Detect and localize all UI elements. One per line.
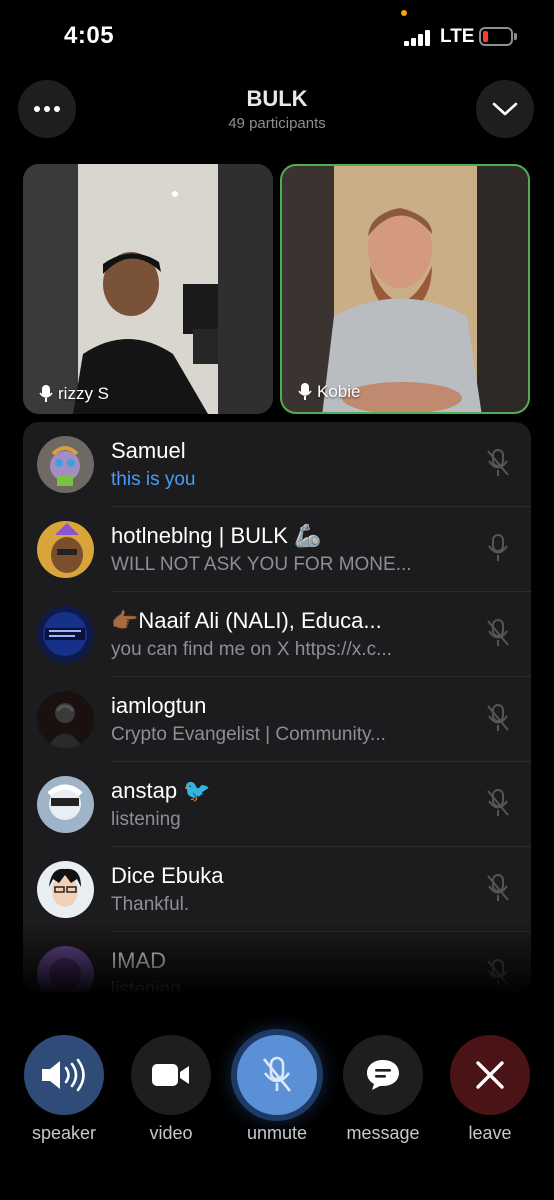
speaker-button[interactable] [24, 1035, 104, 1115]
battery-icon [479, 27, 517, 46]
speaker-control: speaker [24, 1035, 104, 1144]
participants-list[interactable]: Samuel this is you hotlneblng | BULK 🦾 W… [23, 422, 531, 992]
leave-control: leave [450, 1035, 530, 1144]
video-feed-image [282, 166, 528, 412]
mic-in-use-indicator [401, 10, 407, 16]
avatar [37, 606, 94, 663]
video-button[interactable] [131, 1035, 211, 1115]
participant-name: anstap 🐦 [111, 778, 211, 803]
participant-name: iamlogtun [111, 693, 207, 718]
muted-microphone-icon [487, 874, 509, 901]
participant-name: Samuel [111, 438, 186, 463]
video-tile-label: rizzy S [39, 384, 109, 404]
video-tile-rizzy[interactable]: rizzy S [23, 164, 273, 414]
participant-name: Dice Ebuka [111, 863, 224, 888]
close-icon [476, 1061, 504, 1089]
participant-row[interactable]: hotlneblng | BULK 🦾 WILL NOT ASK YOU FOR… [23, 507, 531, 592]
status-bar: 4:05 LTE [0, 0, 554, 70]
speaker-icon [42, 1058, 85, 1092]
leave-button[interactable] [450, 1035, 530, 1115]
participant-status: Thankful. [111, 894, 190, 915]
participant-name: IMAD [111, 948, 166, 973]
participant-status: Crypto Evangelist | Community... [111, 724, 386, 745]
participant-name: hotlneblng | BULK 🦾 [111, 523, 322, 548]
video-feed-image [23, 164, 273, 414]
participant-status: this is you [111, 469, 196, 490]
video-control: video [131, 1035, 211, 1144]
message-label: message [346, 1123, 420, 1143]
muted-microphone-icon [487, 449, 509, 476]
message-control: message [343, 1035, 423, 1144]
collapse-button[interactable] [476, 80, 534, 138]
video-label: video [149, 1123, 193, 1143]
network-type: LTE [440, 26, 475, 47]
unmute-label: unmute [246, 1123, 308, 1143]
participant-status: listening [111, 809, 181, 830]
microphone-icon [39, 385, 53, 402]
microphone-icon [298, 383, 312, 400]
participant-row[interactable]: iamlogtun Crypto Evangelist | Community.… [23, 677, 531, 762]
unmute-button[interactable] [237, 1035, 317, 1115]
message-button[interactable] [343, 1035, 423, 1115]
status-time: 4:05 [64, 22, 115, 49]
speaker-label: speaker [31, 1123, 97, 1143]
participant-status: you can find me on X https://x.c... [111, 639, 392, 660]
avatar [37, 521, 94, 578]
call-title: BULK [246, 86, 308, 111]
video-tile-name: rizzy S [58, 384, 109, 403]
video-tile-name: Kobie [317, 382, 361, 401]
unmute-control: unmute [237, 1035, 317, 1144]
avatar [37, 691, 94, 748]
participant-count: 49 participants [228, 115, 326, 132]
participant-name: 👉🏾Naaif Ali (NALI), Educa... [111, 608, 382, 633]
muted-microphone-icon [262, 1056, 292, 1092]
muted-microphone-icon [487, 789, 509, 816]
message-bubble-icon [367, 1060, 399, 1090]
participant-row[interactable]: Samuel this is you [23, 422, 531, 507]
muted-microphone-icon [487, 619, 509, 646]
avatar [37, 776, 94, 833]
participant-status: WILL NOT ASK YOU FOR MONE... [111, 554, 412, 575]
muted-microphone-icon [487, 959, 509, 986]
participant-status: listening [111, 979, 181, 992]
participant-row[interactable]: Dice Ebuka Thankful. [23, 847, 531, 932]
avatar [37, 436, 94, 493]
participant-row[interactable]: anstap 🐦 listening [23, 762, 531, 847]
avatar [37, 861, 94, 918]
chevron-down-icon [492, 102, 518, 116]
video-camera-icon [152, 1064, 189, 1086]
muted-microphone-icon [487, 704, 509, 731]
leave-label: leave [468, 1123, 512, 1143]
participant-row[interactable]: 👉🏾Naaif Ali (NALI), Educa... you can fin… [23, 592, 531, 677]
signal-strength-icon [404, 30, 434, 46]
participant-row[interactable]: IMAD listening [23, 932, 531, 992]
video-tile-label: Kobie [298, 382, 360, 402]
avatar [37, 946, 94, 992]
video-tile-kobie[interactable]: Kobie [280, 164, 530, 414]
microphone-icon [488, 534, 508, 561]
